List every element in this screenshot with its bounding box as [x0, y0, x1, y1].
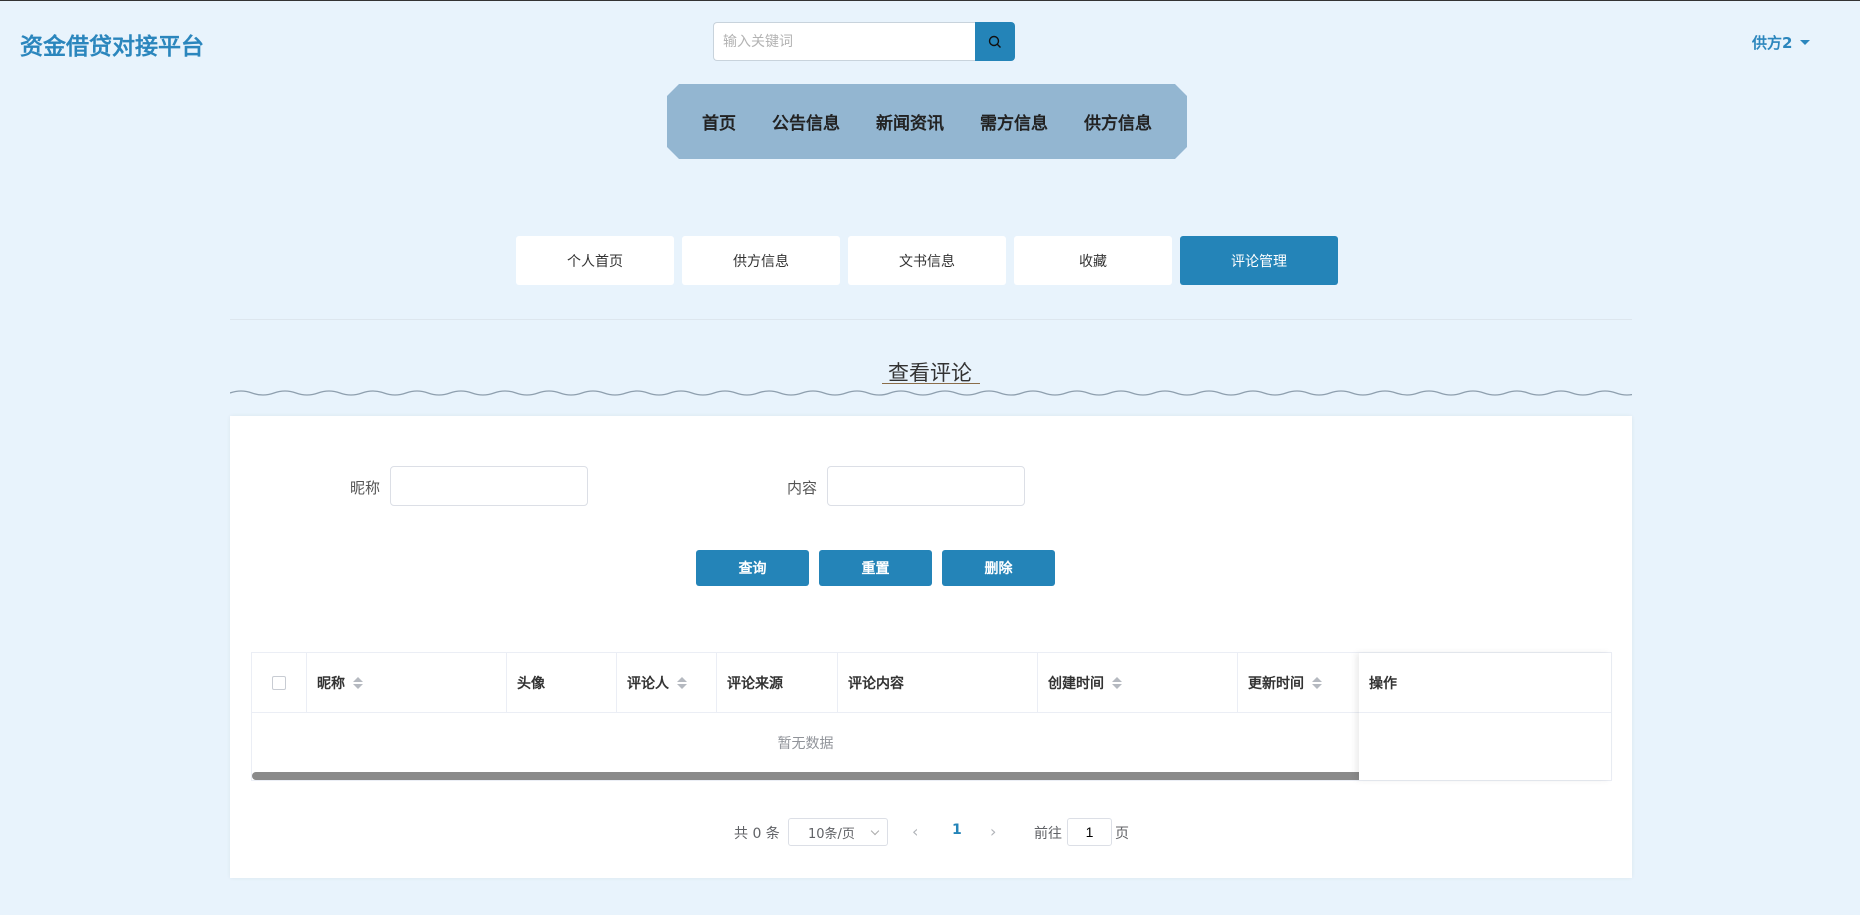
nav-item-announcements[interactable]: 公告信息 — [754, 109, 858, 134]
sort-icon[interactable] — [1312, 677, 1322, 689]
tab-favorites[interactable]: 收藏 — [1014, 236, 1172, 285]
action-buttons: 查询 重置 删除 — [696, 550, 1055, 586]
page-size-select[interactable]: 10条/页 — [788, 818, 888, 846]
prev-page-button[interactable]: ‹ — [912, 822, 918, 841]
column-avatar: 头像 — [507, 653, 617, 713]
search-input[interactable] — [713, 22, 975, 61]
delete-button[interactable]: 删除 — [942, 550, 1055, 586]
tab-supply-info[interactable]: 供方信息 — [682, 236, 840, 285]
wave-divider — [230, 390, 1632, 396]
page-number-button[interactable]: 1 — [952, 822, 962, 838]
nickname-label: 昵称 — [350, 479, 381, 497]
page-unit-label: 页 — [1115, 826, 1129, 842]
search-bar — [713, 22, 1015, 61]
search-button[interactable] — [975, 22, 1015, 61]
nickname-input[interactable] — [390, 466, 588, 506]
goto-label: 前往 — [1034, 826, 1062, 842]
tab-comment-management[interactable]: 评论管理 — [1180, 236, 1338, 285]
site-brand: 资金借贷对接平台 — [20, 34, 204, 60]
comments-table: 昵称 头像 评论人 评论来源 评论内容 创建时间 更新时间 暂无数据 操作 — [251, 652, 1612, 781]
fixed-actions-column: 操作 — [1359, 653, 1611, 780]
horizontal-scrollbar[interactable] — [252, 772, 1544, 780]
column-comment-source: 评论来源 — [717, 653, 838, 713]
column-commenter[interactable]: 评论人 — [617, 653, 717, 713]
divider — [230, 319, 1632, 320]
caret-down-icon — [1800, 40, 1811, 45]
total-count: 共 0 条 — [734, 826, 780, 842]
user-name: 供方2 — [1752, 34, 1793, 52]
user-menu[interactable]: 供方2 — [1752, 32, 1811, 53]
select-all-cell — [252, 653, 307, 713]
nav-item-demand[interactable]: 需方信息 — [962, 109, 1066, 134]
nav-item-supply[interactable]: 供方信息 — [1066, 109, 1170, 134]
query-button[interactable]: 查询 — [696, 550, 809, 586]
title-underline — [882, 383, 980, 384]
sort-icon[interactable] — [677, 677, 687, 689]
filter-form: 昵称 内容 — [230, 466, 1632, 506]
content-input[interactable] — [827, 466, 1025, 506]
nav-item-news[interactable]: 新闻资讯 — [858, 109, 962, 134]
nav-item-home[interactable]: 首页 — [684, 109, 754, 134]
column-created-time[interactable]: 创建时间 — [1038, 653, 1238, 713]
sort-icon[interactable] — [1112, 677, 1122, 689]
column-nickname[interactable]: 昵称 — [307, 653, 507, 713]
pagination: 共 0 条 10条/页 ‹ 1 › 前往 页 — [230, 818, 1632, 846]
sort-icon[interactable] — [353, 677, 363, 689]
empty-text: 暂无数据 — [777, 736, 834, 752]
sub-tabs: 个人首页 供方信息 文书信息 收藏 评论管理 — [516, 236, 1338, 285]
goto-page-input[interactable] — [1067, 818, 1112, 846]
column-comment-content: 评论内容 — [838, 653, 1038, 713]
main-nav: 首页 公告信息 新闻资讯 需方信息 供方信息 — [667, 84, 1187, 159]
tab-documents[interactable]: 文书信息 — [848, 236, 1006, 285]
next-page-button[interactable]: › — [990, 822, 996, 841]
chevron-down-icon — [870, 826, 880, 836]
column-actions: 操作 — [1359, 653, 1611, 713]
comments-panel: 昵称 内容 查询 重置 删除 昵称 头像 评论人 评论来源 评论内容 创建时间 … — [230, 416, 1632, 878]
reset-button[interactable]: 重置 — [819, 550, 932, 586]
select-all-checkbox[interactable] — [272, 676, 286, 690]
column-updated-time[interactable]: 更新时间 — [1238, 653, 1359, 713]
tab-personal-home[interactable]: 个人首页 — [516, 236, 674, 285]
content-label: 内容 — [787, 479, 818, 497]
search-icon — [988, 35, 1001, 48]
